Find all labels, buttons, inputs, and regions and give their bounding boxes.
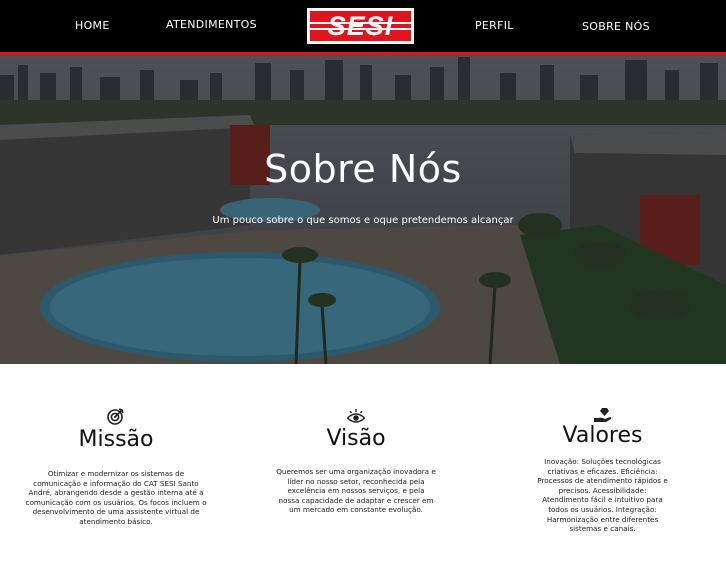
mission-title: Missão <box>78 427 154 452</box>
values-text: Inovação: Soluções tecnológicas criativa… <box>537 457 668 534</box>
values-card: Valores Inovação: Soluções tecnológicas … <box>535 407 670 534</box>
vision-card: Visão Queremos ser uma organização inova… <box>276 407 436 515</box>
nav-link-perfil[interactable]: PERFIL <box>475 19 514 32</box>
vision-title: Visão <box>326 426 386 451</box>
hand-gem-icon <box>593 408 611 422</box>
values-title: Valores <box>562 423 643 448</box>
nav-link-sobre-nos[interactable]: SOBRE NÓS <box>582 20 650 33</box>
hero-background-image <box>0 55 726 364</box>
target-icon <box>107 408 124 425</box>
hero-banner: Sobre Nós Um pouco sobre o que somos e o… <box>0 55 726 364</box>
mission-text: Otimizar e modernizar os sistemas de com… <box>25 469 207 526</box>
sesi-logo[interactable]: SESI <box>307 8 414 44</box>
vision-text: Queremos ser uma organização inovadora e… <box>276 467 436 515</box>
hero-title: Sobre Nós <box>264 147 462 191</box>
mission-card: Missão Otimizar e modernizar os sistemas… <box>25 407 207 527</box>
logo-text: SESI <box>327 11 394 41</box>
hero-subtitle: Um pouco sobre o que somos e oque preten… <box>212 215 514 226</box>
eye-icon <box>346 409 366 423</box>
nav-link-home[interactable]: HOME <box>75 19 110 32</box>
navbar: HOME ATENDIMENTOS SESI PERFIL SOBRE NÓS <box>0 0 726 53</box>
nav-link-atendimentos[interactable]: ATENDIMENTOS <box>166 18 257 31</box>
